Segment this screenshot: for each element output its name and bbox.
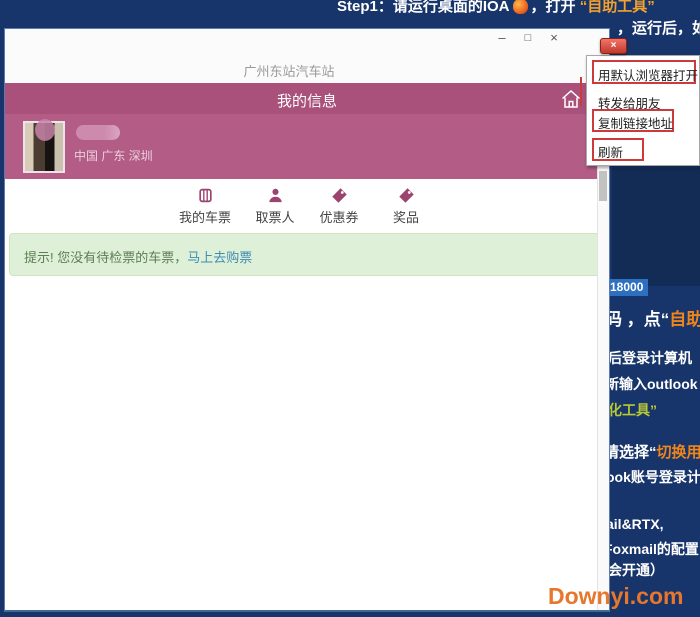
tutorial-line-password: 码 ，点“自助 [605,305,700,330]
tutorial-line-open: 会开通） [608,560,664,580]
downyi-watermark: Downyi.com [548,583,683,610]
tutorial-line-login: 后登录计算机 [608,348,692,368]
scrollbar-thumb[interactable] [599,171,607,201]
tab-my-tickets[interactable]: 我的车票 [173,187,237,226]
tag-icon [307,187,371,205]
tab-label: 我的车票 [173,207,237,226]
step-text: Step1：请运行桌面的IOA [337,0,510,15]
line-highlight: 自助 [669,310,700,329]
tab-label: 奖品 [374,207,438,226]
step-text-mid: ，打开 [531,0,576,15]
tutorial-close-icon[interactable]: × [600,38,627,54]
page-title: 我的信息 [5,90,609,111]
tutorial-line-tool: 化工具” [608,400,657,420]
maximize-button[interactable]: □ [521,31,535,45]
menu-item-forward-to-friend[interactable]: 转发给朋友 [587,93,699,112]
close-button[interactable]: × [547,31,561,45]
no-ticket-alert: 提示! 您没有待检票的车票，马上去购票 [9,233,602,276]
profile-location: 中国 广东 深圳 [74,147,153,164]
line-text: 码 ，点“ [605,310,669,329]
window-title: 广州东站汽车站 [5,61,609,80]
tutorial-step-line: Step1：请运行桌面的IOA ，打开 “自助工具” [337,0,655,16]
avatar-blur [35,119,55,141]
menu-item-copy-link[interactable]: 复制链接地址 [587,113,699,132]
tutorial-line-select: 请选择“切换用 [604,441,700,462]
ioa-shield-icon [513,0,528,14]
badge-18000: 18000 [605,279,648,296]
tag-icon [374,187,438,205]
line-highlight: 切换用 [657,444,700,461]
minimize-button[interactable]: – [495,31,509,45]
alert-text: 提示! 您没有待检票的车票， [24,250,187,265]
tutorial-line-account: ook账号登录计 [606,467,700,487]
menu-item-label: 用默认浏览器打开 [587,69,698,83]
tab-label: 优惠券 [307,207,371,226]
profile-section: 中国 广东 深圳 [5,114,609,179]
scrollbar[interactable] [597,114,609,610]
menu-item-label: 刷新 [587,146,623,160]
tutorial-run-line: ，运行后，如图 [617,17,700,38]
line-text: 请选择“ [604,444,657,461]
tab-bar: 我的车票 取票人 优惠券 奖品 [5,179,609,233]
context-menu: 用默认浏览器打开 转发给朋友 复制链接地址 刷新 [586,55,700,166]
tutorial-line-foxmail: Foxmail的配置 [604,539,699,559]
person-icon [243,187,307,205]
step-highlight: “自助工具” [580,0,655,15]
page-header: 我的信息 [5,83,609,114]
buy-ticket-link[interactable]: 马上去购票 [187,250,252,265]
menu-item-label: 复制链接地址 [587,117,673,131]
tab-coupons[interactable]: 优惠券 [307,187,371,226]
tab-label: 取票人 [243,207,307,226]
tutorial-line-rtx: ail&RTX, [606,516,664,532]
app-window: 广州东站汽车站 – □ × 我的信息 中国 广东 深圳 我的车票 [4,28,610,612]
menu-item-refresh[interactable]: 刷新 [587,142,699,161]
ticket-icon [173,187,237,205]
tab-prizes[interactable]: 奖品 [374,187,438,226]
alert-text-row: 提示! 您没有待检票的车票，马上去购票 [24,247,252,266]
tutorial-line-outlook: 新输入outlook [605,374,698,394]
tab-ticket-collector[interactable]: 取票人 [243,187,307,226]
username-redacted [76,125,120,140]
annotation-mark [580,77,582,106]
titlebar: 广州东站汽车站 – □ × [5,29,609,83]
screen: Step1：请运行桌面的IOA，打开 “自助工具” ，运行后，如图 18000 … [0,0,700,617]
window-controls: – □ × [495,31,561,45]
avatar [23,121,65,173]
background-panel [612,168,700,286]
menu-item-label: 转发给朋友 [587,97,661,111]
menu-item-open-in-browser[interactable]: 用默认浏览器打开 [587,65,699,84]
